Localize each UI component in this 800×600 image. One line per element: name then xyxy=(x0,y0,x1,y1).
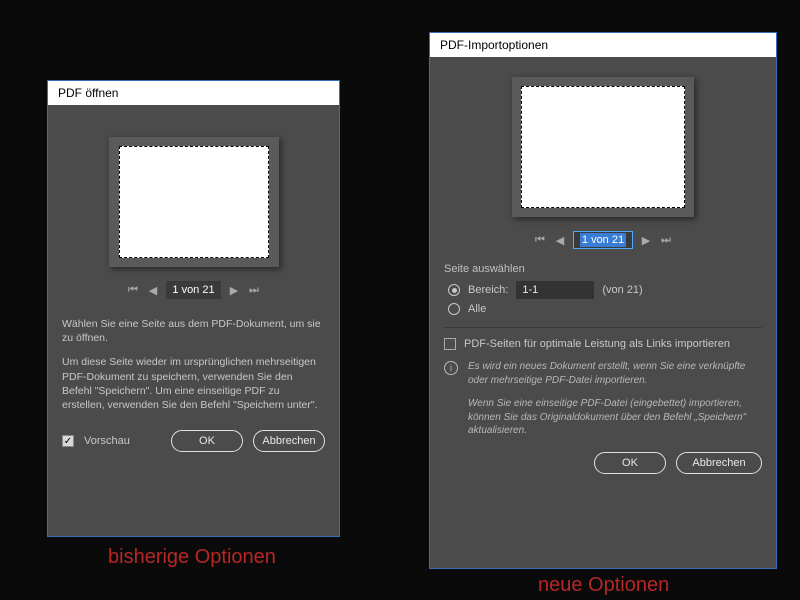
ok-button[interactable]: OK xyxy=(594,452,666,474)
range-total-label: (von 21) xyxy=(602,284,642,296)
info-text-2: Wenn Sie eine einseitige PDF-Datei (eing… xyxy=(468,397,762,438)
preview-thumbnail xyxy=(512,77,694,217)
preview-thumbnail xyxy=(109,137,279,267)
dialog-content: ⏮ ◀ ▶ ⏭ Wählen Sie eine Seite aus dem PD… xyxy=(48,105,339,462)
cancel-button[interactable]: Abbrechen xyxy=(676,452,762,474)
titlebar: PDF-Importoptionen xyxy=(430,33,776,57)
first-page-icon[interactable]: ⏮ xyxy=(126,283,140,297)
next-page-icon[interactable]: ▶ xyxy=(227,283,241,297)
next-page-icon[interactable]: ▶ xyxy=(639,233,653,247)
preview-page xyxy=(521,86,685,208)
dialog-content: ⏮ ◀ 1 von 21 ▶ ⏭ Seite auswählen Bereich… xyxy=(430,57,776,484)
info-row-1: i Es wird ein neues Dokument erstellt, w… xyxy=(444,360,762,387)
prev-page-icon[interactable]: ◀ xyxy=(146,283,160,297)
footer-row: ✓ Vorschau OK Abbrechen xyxy=(62,430,325,452)
info-icon: i xyxy=(444,361,458,375)
last-page-icon[interactable]: ⏭ xyxy=(247,283,261,297)
range-label: Bereich: xyxy=(468,284,508,296)
caption-previous-options: bisherige Optionen xyxy=(108,546,276,569)
range-input[interactable] xyxy=(516,281,594,299)
all-radio[interactable] xyxy=(448,303,460,315)
import-links-checkbox[interactable] xyxy=(444,338,456,350)
instruction-text: Wählen Sie eine Seite aus dem PDF-Dokume… xyxy=(62,317,325,412)
dialog-pdf-import-options: PDF-Importoptionen ⏮ ◀ 1 von 21 ▶ ⏭ Seit… xyxy=(429,32,777,569)
cancel-button[interactable]: Abbrechen xyxy=(253,430,325,452)
instruction-p1: Wählen Sie eine Seite aus dem PDF-Dokume… xyxy=(62,317,325,345)
last-page-icon[interactable]: ⏭ xyxy=(659,233,673,247)
info-text-1: Es wird ein neues Dokument erstellt, wen… xyxy=(468,360,762,387)
range-option-row: Bereich: (von 21) xyxy=(448,281,762,299)
divider xyxy=(444,327,762,328)
info-row-2: Wenn Sie eine einseitige PDF-Datei (eing… xyxy=(468,397,762,438)
ok-button[interactable]: OK xyxy=(171,430,243,452)
footer-row: OK Abbrechen xyxy=(444,452,762,474)
dialog-pdf-open: PDF öffnen ⏮ ◀ ▶ ⏭ Wählen Sie eine Seite… xyxy=(47,80,340,537)
all-label: Alle xyxy=(468,303,486,315)
preview-checkbox[interactable]: ✓ xyxy=(62,435,74,447)
import-links-row: PDF-Seiten für optimale Leistung als Lin… xyxy=(444,338,762,350)
caption-new-options: neue Optionen xyxy=(538,574,669,597)
pager: ⏮ ◀ 1 von 21 ▶ ⏭ xyxy=(444,231,762,249)
page-input-selection: 1 von 21 xyxy=(580,233,626,247)
prev-page-icon[interactable]: ◀ xyxy=(553,233,567,247)
import-links-label: PDF-Seiten für optimale Leistung als Lin… xyxy=(464,338,730,350)
dialog-title: PDF öffnen xyxy=(58,86,118,100)
first-page-icon[interactable]: ⏮ xyxy=(533,233,547,247)
select-page-label: Seite auswählen xyxy=(444,263,762,275)
range-radio[interactable] xyxy=(448,284,460,296)
pager: ⏮ ◀ ▶ ⏭ xyxy=(62,281,325,299)
preview-page xyxy=(119,146,269,258)
preview-area xyxy=(444,77,762,217)
titlebar: PDF öffnen xyxy=(48,81,339,105)
preview-area xyxy=(62,137,325,267)
page-input[interactable] xyxy=(166,281,221,299)
dialog-title: PDF-Importoptionen xyxy=(440,38,548,52)
instruction-p2: Um diese Seite wieder im ursprünglichen … xyxy=(62,355,325,412)
preview-checkbox-label: Vorschau xyxy=(84,435,130,447)
page-input[interactable]: 1 von 21 xyxy=(573,231,633,249)
all-option-row: Alle xyxy=(448,303,762,315)
